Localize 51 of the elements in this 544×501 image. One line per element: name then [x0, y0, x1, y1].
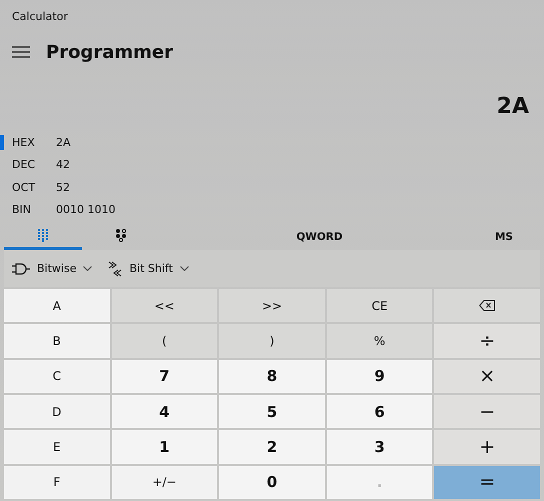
menu-icon[interactable] — [12, 46, 30, 58]
dots-icon — [115, 228, 127, 242]
calculator-key[interactable]: 7 — [112, 360, 218, 393]
radix-label[interactable]: HEX — [12, 136, 56, 149]
calculator-key[interactable]: >> — [219, 289, 325, 322]
calculator-key[interactable]: × — [434, 360, 540, 393]
calculator-key[interactable]: 1 — [112, 430, 218, 464]
calculator-key[interactable]: 0 — [219, 466, 325, 499]
calculator-key[interactable]: F — [4, 466, 110, 499]
double-chevron-icon — [108, 260, 122, 276]
calculator-key[interactable]: E — [4, 430, 110, 464]
logic-gate-icon — [12, 262, 30, 274]
radix-label[interactable]: BIN — [12, 203, 56, 216]
calculator-key[interactable]: % — [326, 324, 432, 358]
calculator-key[interactable]: ) — [219, 324, 325, 358]
calculator-key[interactable]: = — [434, 466, 540, 499]
memory-store-button[interactable]: MS — [488, 223, 519, 250]
calculator-key[interactable]: B — [4, 324, 110, 358]
calculator-key[interactable]: 8 — [219, 360, 325, 393]
calculator-key[interactable]: CE — [326, 289, 432, 322]
word-size-button[interactable]: QWORD — [290, 223, 349, 250]
calculator-key[interactable]: ( — [112, 324, 218, 358]
calculator-key[interactable]: ÷ — [434, 324, 540, 358]
dropdown-button[interactable]: Bitwise — [12, 262, 92, 275]
calculator-key[interactable]: + — [434, 430, 540, 464]
radix-label[interactable]: OCT — [12, 180, 56, 194]
calculator-key[interactable]: 2 — [219, 430, 325, 464]
calculator-key[interactable]: A — [4, 289, 110, 322]
radix-value: 0010 1010 — [56, 203, 116, 216]
backspace-icon — [479, 300, 496, 312]
keypad-icon — [37, 228, 49, 242]
calculator-key[interactable]: 4 — [112, 394, 218, 428]
window-title: Calculator — [12, 10, 68, 22]
mode-title: Programmer — [46, 42, 173, 62]
caret-icon — [83, 266, 92, 271]
radix-value: 52 — [56, 180, 70, 194]
calculator-key[interactable]: D — [4, 394, 110, 428]
calculator-key[interactable]: 9 — [326, 360, 432, 393]
calculator-key[interactable]: 5 — [219, 394, 325, 428]
calculator-key[interactable]: << — [112, 289, 218, 322]
calculator-key[interactable]: C — [4, 360, 110, 393]
calculator-key[interactable]: 6 — [326, 394, 432, 428]
display-value: 2A — [496, 94, 529, 118]
radix-label[interactable]: DEC — [12, 158, 56, 172]
radix-value: 42 — [56, 158, 70, 172]
calculator-key[interactable]: 3 — [326, 430, 432, 464]
calculator-key[interactable]: − — [434, 394, 540, 428]
calculator-key[interactable]: +/− — [112, 466, 218, 499]
radix-value: 2A — [56, 136, 71, 149]
dropdown-button[interactable]: Bit Shift — [108, 260, 189, 276]
caret-icon — [180, 266, 189, 271]
